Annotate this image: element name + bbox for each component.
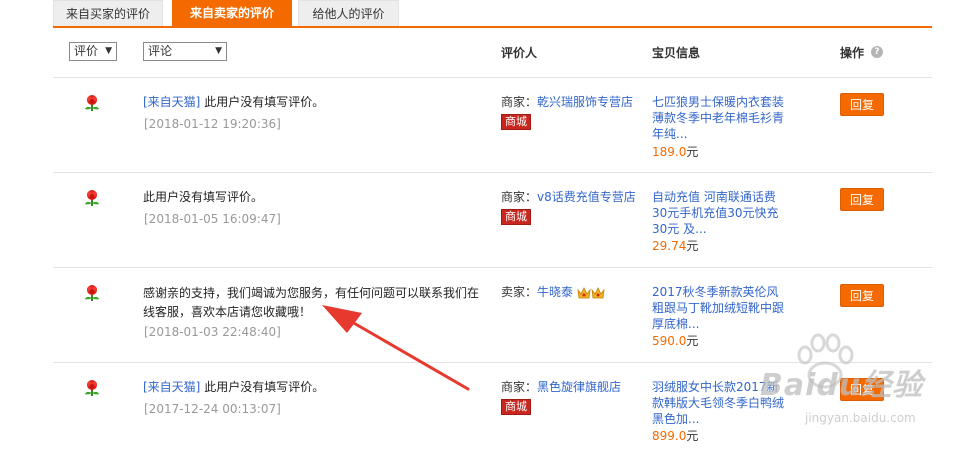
comment-text: 感谢亲的支持，我们竭诚为您服务，有任何问题可以联系我们在线客服，喜欢本店请您收藏…: [143, 286, 480, 319]
dropdown-arrow-icon: ▼: [215, 46, 222, 56]
review-comment: 此用户没有填写评价。: [143, 188, 483, 207]
comment-filter-select[interactable]: 评论 ▼: [143, 42, 227, 61]
review-timestamp: [2018-01-12 19:20:36]: [144, 117, 281, 131]
mall-badge: 商城: [501, 113, 531, 130]
review-timestamp: [2018-01-03 22:48:40]: [144, 325, 281, 339]
item-price: 899.0元: [652, 427, 698, 444]
price-unit: 元: [686, 429, 699, 443]
row-divider: [53, 77, 932, 78]
reply-button[interactable]: 回复: [840, 188, 884, 211]
item-info-column-header: 宝贝信息: [652, 46, 701, 60]
item-price: 189.0元: [652, 143, 698, 160]
shop-link[interactable]: 乾兴瑞服饰专营店: [537, 95, 633, 109]
price-value: 899.0: [652, 429, 687, 443]
reviewer-role: 商家：: [501, 95, 538, 109]
watermark-brand: Baidu经验: [760, 368, 924, 403]
crown-icon: [591, 286, 605, 298]
row-divider: [53, 267, 932, 268]
reviewer-column-header: 评价人: [501, 46, 538, 60]
review-comment: [来自天猫] 此用户没有填写评价。: [143, 378, 483, 397]
comment-filter-label: 评论: [148, 44, 173, 58]
good-rating-flower-icon: [85, 380, 99, 396]
item-link[interactable]: 七匹狼男士保暖内衣套装薄款冬季中老年棉毛衫青年纯...: [652, 94, 787, 142]
reviewer-role: 商家：: [501, 190, 538, 204]
dropdown-arrow-icon: ▼: [105, 46, 112, 56]
tab-from-sellers[interactable]: 来自卖家的评价: [172, 0, 292, 27]
tmall-source-tag[interactable]: [来自天猫]: [143, 380, 200, 394]
shop-link[interactable]: 牛晓泰: [537, 285, 573, 299]
good-rating-flower-icon: [85, 285, 99, 301]
price-unit: 元: [686, 334, 699, 348]
reviewer-info: 商家：v8话费充值专营店 商城: [501, 188, 636, 226]
watermark-url: jingyan.baidu.com: [805, 411, 916, 425]
shop-link[interactable]: 黑色旋律旗舰店: [537, 380, 621, 394]
tab-from-buyers[interactable]: 来自买家的评价: [53, 0, 163, 27]
tmall-source-tag[interactable]: [来自天猫]: [143, 95, 200, 109]
price-value: 29.74: [652, 239, 687, 253]
reply-button[interactable]: 回复: [840, 93, 884, 116]
good-rating-flower-icon: [85, 95, 99, 111]
review-timestamp: [2017-12-24 00:13:07]: [144, 402, 281, 416]
item-price: 590.0元: [652, 332, 698, 349]
tab-underline: [53, 26, 932, 28]
shop-link[interactable]: v8话费充值专营店: [537, 190, 636, 204]
review-comment: 感谢亲的支持，我们竭诚为您服务，有任何问题可以联系我们在线客服，喜欢本店请您收藏…: [143, 284, 483, 322]
action-column-header: 操作: [840, 46, 865, 60]
good-rating-flower-icon: [85, 190, 99, 206]
row-divider: [53, 172, 932, 173]
reviewer-info: 卖家：牛晓泰: [501, 283, 636, 302]
rating-filter-select[interactable]: 评价 ▼: [69, 42, 117, 61]
mall-badge: 商城: [501, 398, 531, 415]
rating-filter-label: 评价: [74, 44, 99, 58]
price-value: 590.0: [652, 334, 687, 348]
comment-text: 此用户没有填写评价。: [204, 380, 325, 394]
review-timestamp: [2018-01-05 16:09:47]: [144, 212, 281, 226]
reviewer-info: 商家：黑色旋律旗舰店 商城: [501, 378, 636, 416]
crown-icon: [577, 286, 591, 298]
item-link[interactable]: 自动充值 河南联通话费30元手机充值30元快充30元 及...: [652, 189, 787, 237]
reviewer-info: 商家：乾兴瑞服饰专营店 商城: [501, 93, 636, 131]
mall-badge: 商城: [501, 208, 531, 225]
price-unit: 元: [686, 145, 699, 159]
item-price: 29.74元: [652, 237, 698, 254]
tab-given-to-others[interactable]: 给他人的评价: [298, 0, 399, 27]
price-unit: 元: [686, 239, 699, 253]
item-link[interactable]: 2017秋冬季新款英伦风粗跟马丁靴加绒短靴中跟厚底棉...: [652, 284, 787, 332]
reviewer-role: 卖家：: [501, 285, 538, 299]
comment-text: 此用户没有填写评价。: [143, 190, 264, 204]
comment-text: 此用户没有填写评价。: [204, 95, 325, 109]
reviewer-role: 商家：: [501, 380, 538, 394]
reply-button[interactable]: 回复: [840, 284, 884, 307]
help-icon[interactable]: ?: [871, 46, 883, 58]
review-comment: [来自天猫] 此用户没有填写评价。: [143, 93, 483, 112]
price-value: 189.0: [652, 145, 687, 159]
